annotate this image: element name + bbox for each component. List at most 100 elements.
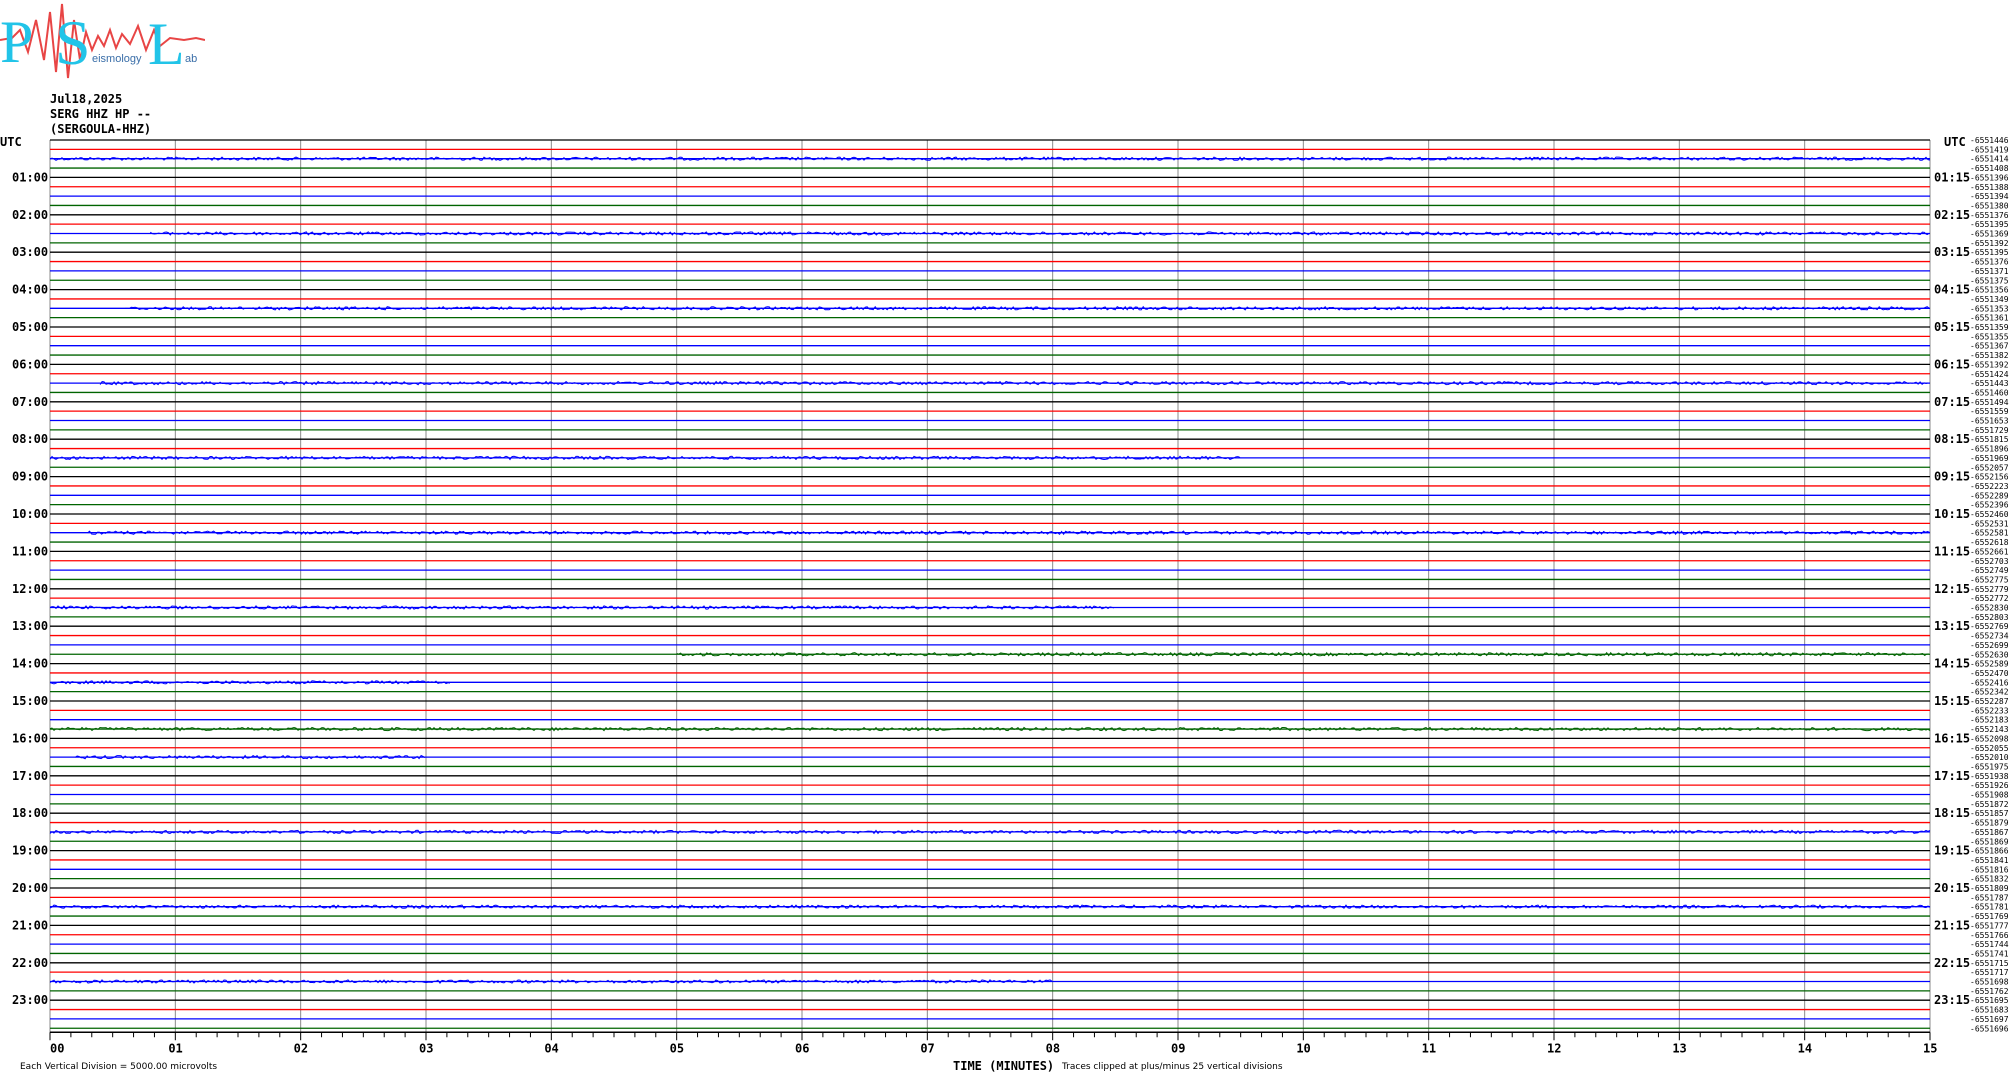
right-value-label: -6551353 (1970, 304, 2009, 313)
footer-clip-note: Traces clipped at plus/minus 25 vertical… (1061, 1062, 1283, 1072)
x-tick-label: 13 (1672, 1041, 1686, 1055)
x-tick-label: 01 (168, 1041, 182, 1055)
helicorder-chart: 00 01 02 03 04 05 06 07 08 09 10 11 12 13 14 15 UTC UTC… (0, 135, 2009, 1073)
right-value-label: -6551408 (1970, 164, 2009, 173)
right-value-label: -6552775 (1970, 575, 2009, 584)
right-value-label: -6552803 (1970, 613, 2009, 622)
right-value-label: -6552289 (1970, 491, 2009, 500)
right-value-label: -6552779 (1970, 585, 2009, 594)
x-axis-label: TIME (MINUTES) (953, 1059, 1054, 1073)
right-value-label: -6551866 (1970, 847, 2009, 856)
right-hour-label: 18:15 (1934, 806, 1970, 820)
right-value-label: -6551388 (1970, 183, 2009, 192)
right-value-label: -6551766 (1970, 931, 2009, 940)
right-value-label: -6551695 (1970, 996, 2009, 1005)
right-hour-label: 06:15 (1934, 357, 1970, 371)
right-value-label: -6552287 (1970, 697, 2009, 706)
right-value-label: -6551787 (1970, 893, 2009, 902)
right-value-label: -6552057 (1970, 463, 2009, 472)
right-value-label: -6552581 (1970, 529, 2009, 538)
right-value-label: -6552233 (1970, 706, 2009, 715)
right-value-label: -6551349 (1970, 295, 2009, 304)
right-value-label: -6552010 (1970, 753, 2009, 762)
right-value-label: -6552703 (1970, 557, 2009, 566)
right-value-label: -6552830 (1970, 604, 2009, 613)
right-value-label: -6551359 (1970, 323, 2009, 332)
right-value-label: -6551414 (1970, 155, 2009, 164)
right-hour-label: 05:15 (1934, 320, 1970, 334)
right-value-label: -6552460 (1970, 510, 2009, 519)
left-hour-label: 23:00 (12, 993, 48, 1007)
right-hour-label: 01:15 (1934, 170, 1970, 184)
right-value-label: -6552589 (1970, 660, 2009, 669)
left-hour-label: 20:00 (12, 881, 48, 895)
right-value-label: -6552055 (1970, 744, 2009, 753)
right-value-label: -6551769 (1970, 912, 2009, 921)
right-value-label: -6551424 (1970, 370, 2009, 379)
right-value-label: -6551559 (1970, 407, 2009, 416)
time-axis: 00 01 02 03 04 05 06 07 08 09 10 11 12 13 14 15 (49, 1031, 1937, 1055)
right-value-label: -6552416 (1970, 678, 2009, 687)
right-value-label: -6552098 (1970, 734, 2009, 743)
right-hour-label: 11:15 (1934, 544, 1970, 558)
right-value-label: -6552661 (1970, 547, 2009, 556)
right-value-label: -6551653 (1970, 417, 2009, 426)
right-value-label: -6551717 (1970, 968, 2009, 977)
right-value-label: -6551781 (1970, 903, 2009, 912)
right-value-label: -6551809 (1970, 884, 2009, 893)
left-hour-label: 10:00 (12, 507, 48, 521)
right-value-label: -6551396 (1970, 173, 2009, 182)
x-tick-label: 06 (795, 1041, 809, 1055)
left-hour-label: 21:00 (12, 918, 48, 932)
left-hour-label: 06:00 (12, 357, 48, 371)
right-value-label: -6551729 (1970, 426, 2009, 435)
right-hour-label: 21:15 (1934, 918, 1970, 932)
right-value-label: -6551361 (1970, 314, 2009, 323)
right-value-label: -6552769 (1970, 622, 2009, 631)
right-value-label: -6552470 (1970, 669, 2009, 678)
left-hour-label: 14:00 (12, 657, 48, 671)
right-value-label: -6551382 (1970, 351, 2009, 360)
right-value-label: -6551867 (1970, 828, 2009, 837)
x-tick-label: 07 (920, 1041, 934, 1055)
right-value-label: -6552396 (1970, 501, 2009, 510)
x-tick-label: 00 (50, 1041, 64, 1055)
right-value-label: -6552143 (1970, 725, 2009, 734)
right-value-label: -6551896 (1970, 445, 2009, 454)
right-value-label: -6552734 (1970, 632, 2009, 641)
right-hour-label: 07:15 (1934, 395, 1970, 409)
right-value-label: -6551777 (1970, 921, 2009, 930)
trace-noise-row-66 (74, 754, 426, 760)
right-value-label: -6552618 (1970, 538, 2009, 547)
x-tick-label: 09 (1171, 1041, 1185, 1055)
left-hour-label: 01:00 (12, 170, 48, 184)
right-value-label: -6551762 (1970, 987, 2009, 996)
right-value-label: -6551460 (1970, 388, 2009, 397)
left-hour-label: 11:00 (12, 544, 48, 558)
left-axis-label: UTC (0, 135, 22, 149)
left-hour-label: 03:00 (12, 245, 48, 259)
trace-lines (50, 139, 1930, 1029)
minute-grid (49, 140, 1931, 1033)
right-value-label: -6551697 (1970, 1015, 2009, 1024)
trace-noise-row-10 (150, 231, 1929, 236)
right-value-label: -6551857 (1970, 809, 2009, 818)
left-hour-label: 12:00 (12, 582, 48, 596)
right-value-label: -6552223 (1970, 482, 2009, 491)
right-value-label: -6551969 (1970, 454, 2009, 463)
left-hour-label: 13:00 (12, 619, 48, 633)
right-value-label: -6551392 (1970, 360, 2009, 369)
right-value-label: -6551494 (1970, 398, 2009, 407)
right-hour-label: 22:15 (1934, 956, 1970, 970)
right-value-label: -6551815 (1970, 435, 2009, 444)
x-tick-label: 10 (1296, 1041, 1310, 1055)
right-hour-label: 04:15 (1934, 283, 1970, 297)
left-hour-label: 09:00 (12, 470, 48, 484)
right-value-label: -6551715 (1970, 959, 2009, 968)
right-hour-label: 13:15 (1934, 619, 1970, 633)
right-value-label: -6551926 (1970, 781, 2009, 790)
left-hour-label: 02:00 (12, 208, 48, 222)
right-value-label: -6551975 (1970, 762, 2009, 771)
left-hour-label: 19:00 (12, 844, 48, 858)
right-value-label: -6551419 (1970, 145, 2009, 154)
